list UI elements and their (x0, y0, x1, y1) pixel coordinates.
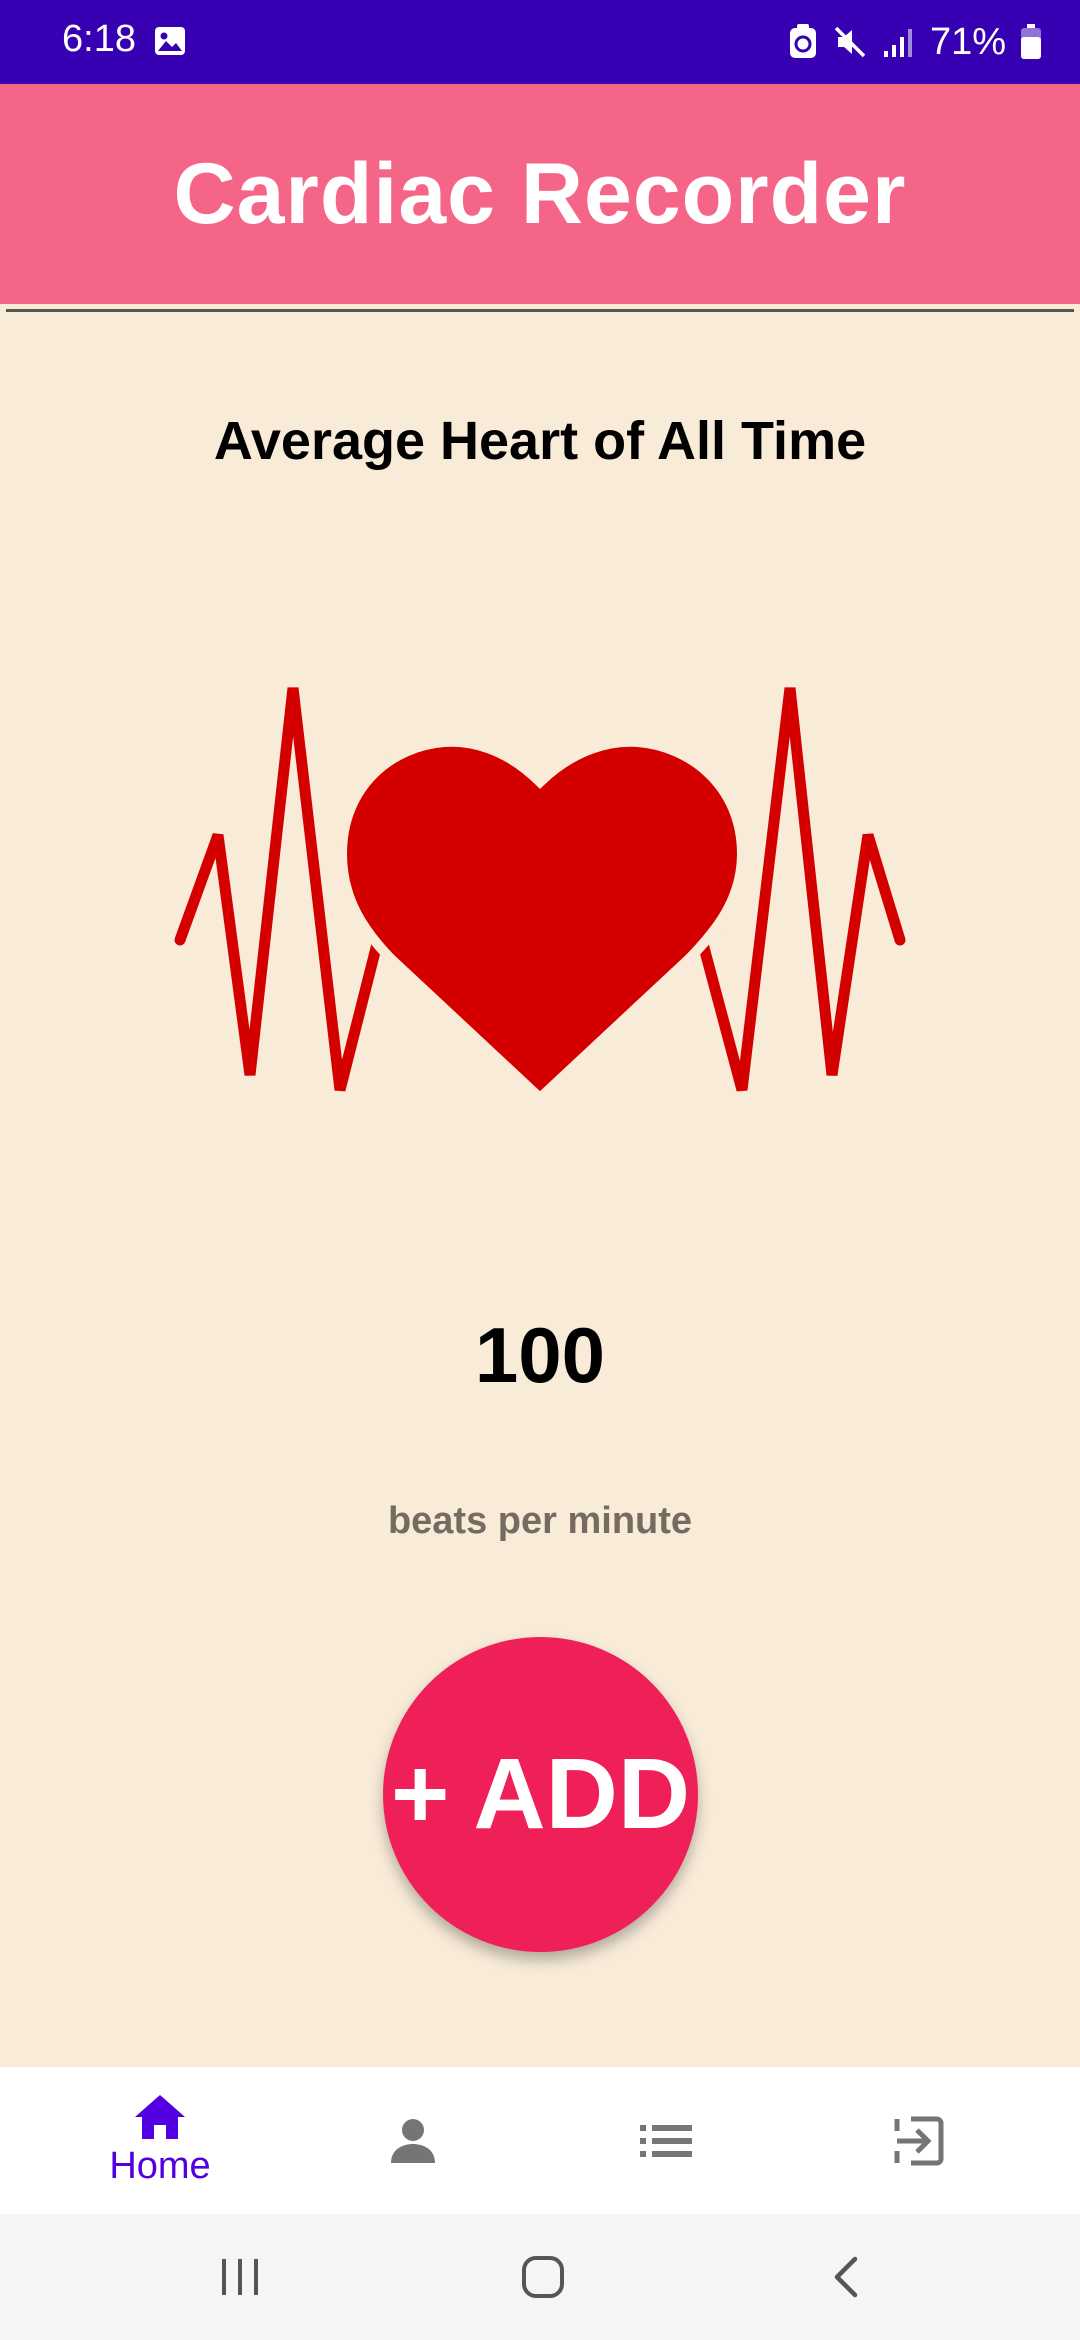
back-button[interactable] (786, 2244, 906, 2310)
header-divider (6, 309, 1074, 312)
person-icon (391, 2118, 435, 2163)
nav-item-list[interactable] (531, 2067, 801, 2214)
bottom-navigation: Home (0, 2067, 1080, 2214)
mute-icon (834, 26, 866, 58)
status-time: 6:18 (62, 18, 136, 60)
list-icon (640, 2124, 692, 2157)
recents-button[interactable] (180, 2244, 300, 2310)
bpm-unit-label: beats per minute (387, 1500, 693, 1542)
app-title: Cardiac Recorder (173, 145, 907, 242)
nav-item-home-label: Home (109, 2145, 211, 2187)
photo-icon (155, 27, 185, 55)
system-navigation-bar (0, 2214, 1080, 2340)
app-bar: Cardiac Recorder (0, 84, 1080, 304)
nav-item-logout[interactable] (784, 2067, 1054, 2214)
status-bar: 6:18 71% (0, 0, 1080, 84)
add-record-button[interactable]: + ADD (383, 1637, 698, 1952)
back-icon (834, 2256, 858, 2298)
signal-icon (883, 29, 912, 57)
home-icon (135, 2095, 185, 2139)
nav-item-home[interactable]: Home (25, 2067, 295, 2214)
battery-icon (1021, 24, 1041, 59)
section-title: Average Heart of All Time (213, 411, 867, 471)
logout-icon (894, 2116, 944, 2165)
heart-shape (336, 736, 748, 1105)
status-icons: 71% (788, 18, 1042, 66)
battery-text: 71% (929, 20, 1006, 63)
average-bpm-value: 100 (474, 1311, 606, 1399)
nav-item-profile[interactable] (278, 2067, 548, 2214)
system-home-button[interactable] (483, 2244, 603, 2310)
system-home-icon (522, 2256, 564, 2298)
data-saver-icon (789, 24, 816, 58)
heartbeat-heart-image (8, 687, 1076, 1105)
recents-icon (222, 2259, 258, 2295)
